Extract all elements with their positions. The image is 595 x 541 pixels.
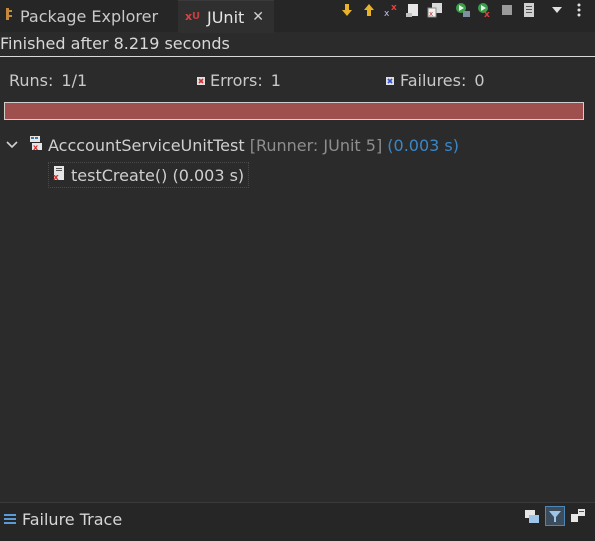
- svg-text:U: U: [192, 11, 200, 22]
- rerun-icon[interactable]: [454, 2, 471, 19]
- failures-counter: Failures: 0: [385, 71, 485, 90]
- previous-failure-icon[interactable]: [360, 2, 377, 19]
- suite-name: AcccountServiceUnitTest: [48, 135, 245, 155]
- suite-time: (0.003 s): [387, 135, 459, 155]
- runs-counter: Runs: 1/1: [9, 71, 87, 90]
- package-icon: [4, 6, 14, 26]
- show-failures-only-icon[interactable]: xx: [382, 2, 399, 19]
- errors-label: Errors:: [210, 71, 263, 90]
- view-menu-icon[interactable]: [548, 2, 565, 19]
- svg-text:x: x: [429, 10, 433, 18]
- chevron-down-icon[interactable]: [4, 141, 20, 149]
- copy-trace-icon[interactable]: [569, 507, 587, 525]
- failure-trace-icon: [4, 510, 16, 529]
- test-label: testCreate() (0.003 s): [71, 165, 245, 185]
- run-status-text: Finished after 8.219 seconds: [0, 34, 230, 53]
- suite-icon: x: [28, 135, 44, 155]
- tab-label: Package Explorer: [20, 6, 159, 26]
- errors-value: 1: [270, 71, 281, 90]
- failure-trace-header: Failure Trace: [4, 510, 122, 529]
- runs-value: 1/1: [61, 71, 88, 90]
- tab-package-explorer[interactable]: Package Explorer: [0, 0, 178, 32]
- failure-trace-toolbar: [523, 506, 587, 526]
- failure-trace-title: Failure Trace: [22, 510, 123, 529]
- tree-item-test[interactable]: x testCreate() (0.003 s): [48, 162, 250, 188]
- failure-icon: [385, 71, 395, 90]
- failures-label: Failures:: [400, 71, 467, 90]
- layout-icon[interactable]: [520, 2, 537, 19]
- svg-text:x: x: [33, 143, 39, 151]
- tab-label: JUnit: [207, 7, 245, 27]
- svg-text:x: x: [484, 10, 490, 18]
- history-icon[interactable]: x: [426, 2, 443, 19]
- error-icon: [196, 71, 206, 90]
- errors-counter: Errors: 1: [196, 71, 281, 90]
- runs-label: Runs:: [9, 71, 54, 90]
- suite-runner: [Runner: JUnit 5]: [249, 135, 383, 155]
- more-icon[interactable]: [570, 2, 587, 19]
- next-failure-icon[interactable]: [338, 2, 355, 19]
- test-progress-bar: [4, 102, 584, 120]
- tree-item-suite[interactable]: x AcccountServiceUnitTest [Runner: JUnit…: [4, 133, 459, 157]
- svg-text:x: x: [384, 9, 390, 18]
- svg-text:x: x: [53, 173, 59, 181]
- svg-text:x: x: [391, 3, 397, 13]
- compare-icon[interactable]: [523, 507, 541, 525]
- filter-stack-icon[interactable]: [545, 506, 565, 526]
- scroll-lock-icon[interactable]: [404, 2, 421, 19]
- junit-icon: xU: [185, 7, 203, 27]
- junit-toolbar: xx x x: [338, 0, 587, 20]
- stop-icon[interactable]: [498, 2, 515, 19]
- tab-junit[interactable]: xU JUnit ✕: [178, 0, 274, 33]
- failures-value: 0: [474, 71, 485, 90]
- divider: [0, 56, 595, 57]
- close-icon[interactable]: ✕: [252, 9, 264, 25]
- rerun-failed-icon[interactable]: x: [476, 2, 493, 19]
- test-error-icon: x: [51, 165, 67, 185]
